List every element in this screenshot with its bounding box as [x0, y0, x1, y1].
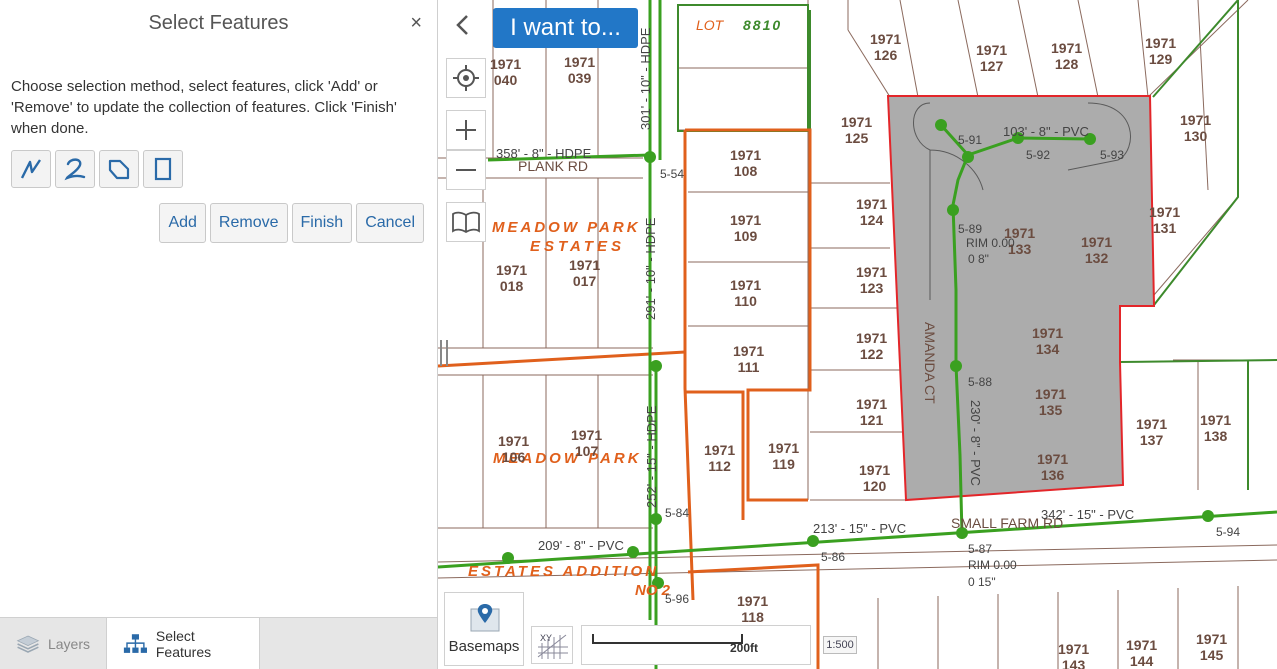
scale-label: 200ft [730, 641, 759, 655]
zoom-in-button[interactable] [446, 110, 486, 150]
close-icon[interactable]: × [410, 12, 422, 35]
select-features-panel: Select Features × Choose selection metho… [0, 0, 438, 669]
tab-select-features[interactable]: Select Features [106, 618, 260, 669]
scale-line [592, 634, 743, 644]
remove-button[interactable]: Remove [209, 203, 288, 243]
freehand-icon [64, 158, 86, 181]
rectangle-icon [154, 157, 172, 181]
layers-icon [16, 635, 40, 653]
plus-icon [456, 120, 476, 140]
bottom-tab-bar: Layers Select Features [0, 617, 437, 669]
collapse-panel-button[interactable] [448, 6, 478, 44]
rectangle-tool-button[interactable] [143, 150, 183, 188]
book-icon [452, 211, 480, 234]
locate-button[interactable] [446, 58, 486, 98]
map-view[interactable]: MEADOW PARK ESTATES MEADOW PARK ESTATES … [438, 0, 1277, 669]
selection-tools [11, 150, 183, 188]
polyline-tool-button[interactable] [11, 150, 51, 188]
panel-title: Select Features [148, 12, 289, 34]
subdivision-boundaries [438, 128, 820, 669]
scale-input[interactable]: 1:500 [820, 628, 860, 662]
tab-select-features-label: Select Features [155, 627, 212, 660]
map-canvas[interactable] [438, 0, 1277, 669]
grid-xy-icon: XY [537, 633, 568, 659]
scale-bar: 200ft [581, 625, 811, 665]
selected-parcels[interactable] [886, 95, 1156, 502]
map-pin-icon [470, 604, 500, 632]
polyline-icon [20, 159, 41, 179]
freehand-tool-button[interactable] [55, 150, 95, 188]
finish-button[interactable]: Finish [291, 203, 353, 243]
action-buttons: Add Remove Finish Cancel [159, 203, 424, 243]
polygon-tool-button[interactable] [99, 150, 139, 188]
svg-text:XY: XY [540, 633, 552, 643]
cancel-button[interactable]: Cancel [356, 203, 424, 243]
bookmarks-button[interactable] [446, 202, 486, 242]
panel-resize-handle[interactable] [440, 340, 448, 366]
zoom-out-button[interactable] [446, 150, 486, 190]
coordinate-grid-button[interactable]: XY [531, 626, 573, 664]
tab-layers-label: Layers [47, 635, 90, 652]
add-button[interactable]: Add [159, 203, 206, 243]
hierarchy-icon [123, 633, 147, 653]
basemaps-button[interactable]: Basemaps [444, 592, 524, 666]
polygon-icon [108, 159, 130, 180]
crosshair-icon [453, 65, 479, 91]
basemaps-label: Basemaps [448, 638, 520, 655]
i-want-to-button[interactable]: I want to... [493, 8, 638, 48]
tab-layers[interactable]: Layers [0, 618, 106, 669]
parcel-lines [438, 0, 1277, 669]
minus-icon [456, 169, 476, 171]
instructions-text: Choose selection method, select features… [11, 78, 397, 137]
chevron-left-icon [456, 15, 468, 35]
scale-input-value: 1:500 [823, 636, 857, 654]
